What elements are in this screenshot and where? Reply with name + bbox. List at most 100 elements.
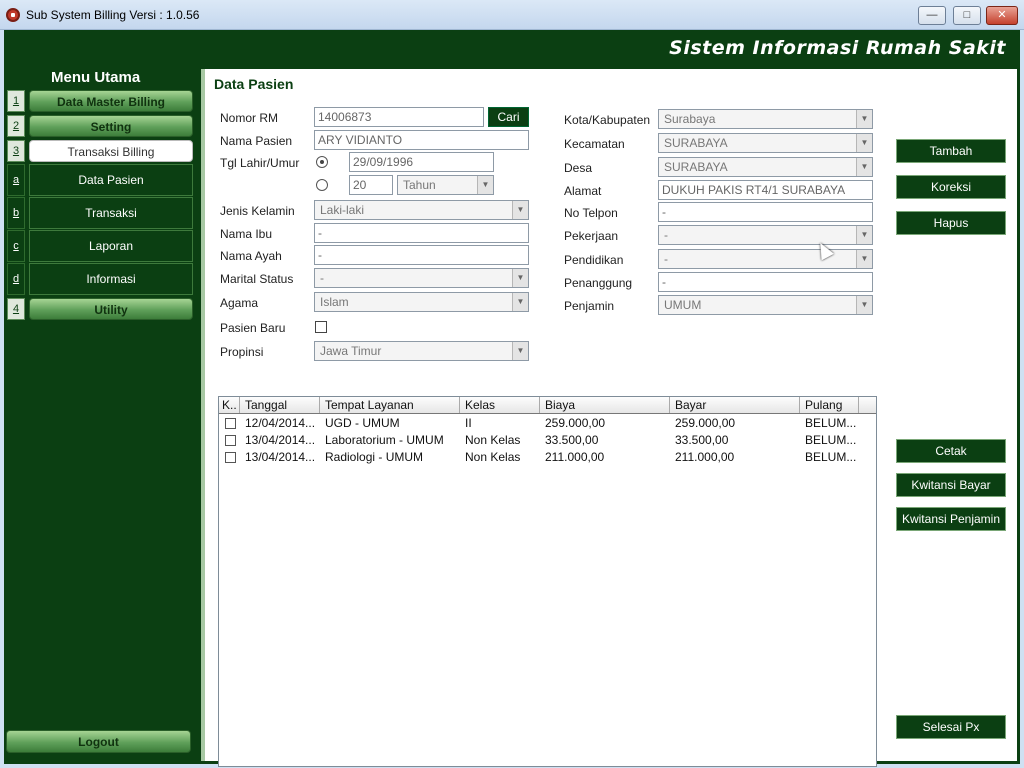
- agama-label: Agama: [220, 296, 259, 310]
- tgl-lahir-input[interactable]: 29/09/1996: [349, 152, 494, 172]
- kota-select[interactable]: Surabaya ▼: [658, 109, 873, 129]
- table-row[interactable]: 13/04/2014... Laboratorium - UMUM Non Ke…: [219, 432, 876, 449]
- umur-radio[interactable]: [316, 179, 328, 191]
- chevron-down-icon[interactable]: ▼: [512, 293, 528, 311]
- penanggung-label: Penanggung: [564, 276, 633, 290]
- selesai-px-button[interactable]: Selesai Px: [896, 715, 1006, 739]
- logout-button[interactable]: Logout: [6, 730, 191, 753]
- cetak-button[interactable]: Cetak: [896, 439, 1006, 463]
- nama-pasien-input[interactable]: ARY VIDIANTO: [314, 130, 529, 150]
- menu-button[interactable]: Setting: [29, 115, 193, 137]
- tambah-button[interactable]: Tambah: [896, 139, 1006, 163]
- menu-number[interactable]: 1: [7, 90, 25, 112]
- nama-pasien-label: Nama Pasien: [220, 134, 293, 148]
- column-header-k[interactable]: K..: [219, 397, 240, 413]
- table-row[interactable]: 13/04/2014... Radiologi - UMUM Non Kelas…: [219, 449, 876, 466]
- pekerjaan-label: Pekerjaan: [564, 229, 619, 243]
- submenu-item-data-pasien[interactable]: a Data Pasien: [7, 164, 193, 196]
- submenu-letter[interactable]: c: [7, 230, 25, 262]
- row-checkbox[interactable]: [225, 435, 236, 446]
- maximize-button[interactable]: □: [953, 6, 981, 25]
- submenu-item-transaksi[interactable]: b Transaksi: [7, 197, 193, 229]
- chevron-down-icon[interactable]: ▼: [856, 296, 872, 314]
- tgl-lahir-label: Tgl Lahir/Umur: [220, 156, 300, 170]
- nomor-rm-label: Nomor RM: [220, 111, 279, 125]
- chevron-down-icon[interactable]: ▼: [856, 134, 872, 152]
- menu-item-utility[interactable]: 4 Utility: [7, 298, 193, 322]
- column-header-tempat-layanan[interactable]: Tempat Layanan: [320, 397, 460, 413]
- alamat-input[interactable]: DUKUH PAKIS RT4/1 SURABAYA: [658, 180, 873, 200]
- submenu-letter[interactable]: d: [7, 263, 25, 295]
- kwitansi-bayar-button[interactable]: Kwitansi Bayar: [896, 473, 1006, 497]
- submenu-button[interactable]: Informasi: [29, 263, 193, 295]
- chevron-down-icon[interactable]: ▼: [512, 269, 528, 287]
- menu-button[interactable]: Utility: [29, 298, 193, 320]
- nomor-rm-input[interactable]: 14006873: [314, 107, 484, 127]
- penjamin-value: UMUM: [664, 298, 702, 312]
- menu-number[interactable]: 2: [7, 115, 25, 137]
- cell-tanggal: 13/04/2014...: [245, 433, 316, 447]
- submenu-item-laporan[interactable]: c Laporan: [7, 230, 193, 262]
- column-header-pulang[interactable]: Pulang: [800, 397, 859, 413]
- chevron-down-icon[interactable]: ▼: [856, 226, 872, 244]
- umur-unit-select[interactable]: Tahun ▼: [397, 175, 494, 195]
- agama-select[interactable]: Islam ▼: [314, 292, 529, 312]
- umur-input[interactable]: 20: [349, 175, 393, 195]
- marital-status-select[interactable]: - ▼: [314, 268, 529, 288]
- submenu-button[interactable]: Data Pasien: [29, 164, 193, 196]
- transaction-table[interactable]: K.. Tanggal Tempat Layanan Kelas Biaya B…: [218, 396, 877, 767]
- jenis-kelamin-select[interactable]: Laki-laki ▼: [314, 200, 529, 220]
- chevron-down-icon[interactable]: ▼: [512, 201, 528, 219]
- pasien-baru-checkbox[interactable]: [315, 321, 327, 333]
- column-header-tanggal[interactable]: Tanggal: [240, 397, 320, 413]
- submenu-item-informasi[interactable]: d Informasi: [7, 263, 193, 295]
- chevron-down-icon[interactable]: ▼: [856, 158, 872, 176]
- submenu-button[interactable]: Laporan: [29, 230, 193, 262]
- cell-biaya: 211.000,00: [545, 450, 605, 464]
- chevron-down-icon[interactable]: ▼: [856, 110, 872, 128]
- table-row[interactable]: 12/04/2014... UGD - UMUM II 259.000,00 2…: [219, 415, 876, 432]
- submenu-letter[interactable]: b: [7, 197, 25, 229]
- jenis-kelamin-label: Jenis Kelamin: [220, 204, 295, 218]
- kwitansi-penjamin-button[interactable]: Kwitansi Penjamin: [896, 507, 1006, 531]
- cari-button[interactable]: Cari: [488, 107, 529, 127]
- menu-item-transaksi-billing[interactable]: 3 Transaksi Billing: [7, 140, 193, 164]
- koreksi-button[interactable]: Koreksi: [896, 175, 1006, 199]
- app-frame: Sistem Informasi Rumah Sakit Menu Utama …: [4, 30, 1020, 767]
- menu-item-setting[interactable]: 2 Setting: [7, 115, 193, 139]
- penanggung-input[interactable]: -: [658, 272, 873, 292]
- chevron-down-icon[interactable]: ▼: [856, 250, 872, 268]
- propinsi-select[interactable]: Jawa Timur ▼: [314, 341, 529, 361]
- chevron-down-icon[interactable]: ▼: [477, 176, 493, 194]
- desa-select[interactable]: SURABAYA ▼: [658, 157, 873, 177]
- menu-item-data-master-billing[interactable]: 1 Data Master Billing: [7, 90, 193, 114]
- row-checkbox[interactable]: [225, 418, 236, 429]
- submenu-letter[interactable]: a: [7, 164, 25, 196]
- hapus-button[interactable]: Hapus: [896, 211, 1006, 235]
- row-checkbox[interactable]: [225, 452, 236, 463]
- column-header-kelas[interactable]: Kelas: [460, 397, 540, 413]
- menu-button-active[interactable]: Transaksi Billing: [29, 140, 193, 162]
- pekerjaan-select[interactable]: - ▼: [658, 225, 873, 245]
- submenu-button[interactable]: Transaksi: [29, 197, 193, 229]
- minimize-button[interactable]: —: [918, 6, 946, 25]
- tgl-lahir-radio[interactable]: [316, 156, 328, 168]
- menu-number[interactable]: 3: [7, 140, 25, 162]
- close-button[interactable]: ✕: [986, 6, 1018, 25]
- menu-number[interactable]: 4: [7, 298, 25, 320]
- jenis-kelamin-value: Laki-laki: [320, 203, 365, 217]
- nama-ibu-input[interactable]: -: [314, 223, 529, 243]
- column-header-biaya[interactable]: Biaya: [540, 397, 670, 413]
- nama-ayah-input[interactable]: -: [314, 245, 529, 265]
- column-header-bayar[interactable]: Bayar: [670, 397, 800, 413]
- chevron-down-icon[interactable]: ▼: [512, 342, 528, 360]
- pendidikan-select[interactable]: - ▼: [658, 249, 873, 269]
- no-telpon-label: No Telpon: [564, 206, 618, 220]
- menu-button[interactable]: Data Master Billing: [29, 90, 193, 112]
- pekerjaan-value: -: [664, 228, 668, 242]
- pendidikan-value: -: [664, 252, 668, 266]
- kecamatan-select[interactable]: SURABAYA ▼: [658, 133, 873, 153]
- agama-value: Islam: [320, 295, 349, 309]
- penjamin-select[interactable]: UMUM ▼: [658, 295, 873, 315]
- no-telpon-input[interactable]: -: [658, 202, 873, 222]
